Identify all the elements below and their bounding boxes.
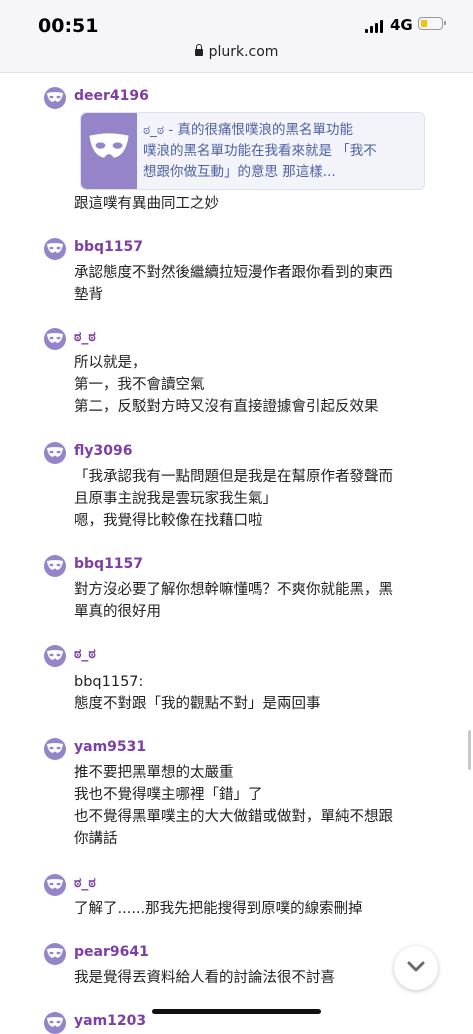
username[interactable]: bbq1157 <box>74 239 143 255</box>
mask-avatar-icon <box>89 133 129 158</box>
chevron-down-icon <box>407 961 425 972</box>
browser-chrome: 00:51 4G plurk.com <box>0 0 473 73</box>
text-line: 所以就是， <box>74 355 147 371</box>
scrollbar[interactable] <box>468 730 471 770</box>
text-line: 「我承認我有一點問題但是我是在幫原作者發聲而 <box>74 469 393 485</box>
text-line: 承認態度不對然後繼續拉短漫作者跟你看到的東西 <box>74 265 393 281</box>
mask-avatar-icon <box>47 948 63 958</box>
response-text: bbq1157: 態度不對跟「我的觀點不對」是兩回事 <box>74 671 434 715</box>
text-line: 態度不對跟「我的觀點不對」是兩回事 <box>74 696 321 712</box>
avatar[interactable] <box>44 943 66 965</box>
response-text: 我是覺得丟資料給人看的討論法很不討喜 <box>74 967 434 989</box>
text-line: 墊背 <box>74 287 103 303</box>
address-bar[interactable]: plurk.com <box>0 44 473 60</box>
username[interactable]: yam1203 <box>74 1013 146 1029</box>
mask-avatar-icon <box>47 560 63 570</box>
text-line: 我是覺得丟資料給人看的討論法很不討喜 <box>74 970 335 986</box>
avatar[interactable] <box>44 238 66 260</box>
mask-avatar-icon <box>47 333 63 343</box>
mask-avatar-icon <box>47 243 63 253</box>
text-line: 跟這噗有異曲同工之妙 <box>74 196 219 212</box>
avatar[interactable] <box>44 874 66 896</box>
link-line: 想跟你做互動」的意思 那這樣... <box>143 164 336 180</box>
network-type: 4G <box>390 16 413 34</box>
mask-avatar-icon <box>47 650 63 660</box>
link-thumbnail <box>81 113 137 189</box>
username[interactable]: pear9641 <box>74 944 149 960</box>
mask-avatar-icon <box>47 879 63 889</box>
avatar[interactable] <box>44 738 66 760</box>
avatar[interactable] <box>44 555 66 577</box>
home-indicator[interactable] <box>152 1009 321 1014</box>
scroll-down-button[interactable] <box>394 946 438 990</box>
text-line: 第二，反駁對方時又沒有直接證據會引起反效果 <box>74 399 379 415</box>
status-time: 00:51 <box>38 15 99 37</box>
mask-avatar-icon <box>47 447 63 457</box>
battery-icon <box>418 17 446 30</box>
mask-avatar-icon <box>47 1017 63 1027</box>
username[interactable]: deer4196 <box>74 88 149 104</box>
text-line: 單真的很好用 <box>74 604 161 620</box>
text-line: 了解了......那我先把能搜得到原噗的線索刪掉 <box>74 901 363 917</box>
avatar[interactable] <box>44 87 66 109</box>
username[interactable]: ಠ_ಠ <box>74 329 96 345</box>
response-text: 「我承認我有一點問題但是我是在幫原作者發聲而 且原事主說我是雲玩家我生氣」 嗯，… <box>74 466 434 532</box>
response-text: 所以就是， 第一，我不會讀空氣 第二，反駁對方時又沒有直接證據會引起反效果 <box>74 352 434 418</box>
avatar[interactable] <box>44 442 66 464</box>
link-preview-text: ಠ_ಠ - 真的很痛恨噗浪的黑名單功能 噗浪的黑名單功能在我看來就是 「我不 想… <box>143 120 418 183</box>
signal-icon <box>365 20 385 33</box>
lock-icon <box>194 44 203 56</box>
username[interactable]: bbq1157 <box>74 556 143 572</box>
username[interactable]: fly3096 <box>74 443 132 459</box>
response-text: 跟這噗有異曲同工之妙 <box>74 193 434 215</box>
username[interactable]: yam9531 <box>74 739 146 755</box>
mask-avatar-icon <box>47 92 63 102</box>
link-line: 噗浪的黑名單功能在我看來就是 「我不 <box>143 143 377 159</box>
text-line: 我也不覺得噗主哪裡「錯」了 <box>74 787 263 803</box>
avatar[interactable] <box>44 328 66 350</box>
text-line: 推不要把黑單想的太嚴重 <box>74 765 234 781</box>
url-text: plurk.com <box>208 44 279 60</box>
text-line: 第一，我不會讀空氣 <box>74 377 205 393</box>
response-text: 對方沒必要了解你想幹嘛懂嗎？不爽你就能黑，黑 單真的很好用 <box>74 579 434 623</box>
text-line: 嗯，我覺得比較像在找藉口啦 <box>74 513 263 529</box>
text-line: bbq1157: <box>74 674 144 690</box>
username[interactable]: ಠ_ಠ <box>74 646 96 662</box>
response-text: 推不要把黑單想的太嚴重 我也不覺得噗主哪裡「錯」了 也不覺得黑單噗主的大大做錯或… <box>74 762 434 850</box>
avatar[interactable] <box>44 645 66 667</box>
mask-avatar-icon <box>47 743 63 753</box>
response-text: 承認態度不對然後繼續拉短漫作者跟你看到的東西 墊背 <box>74 262 434 306</box>
link-preview-card[interactable]: ಠ_ಠ - 真的很痛恨噗浪的黑名單功能 噗浪的黑名單功能在我看來就是 「我不 想… <box>80 112 425 190</box>
text-line: 也不覺得黑單噗主的大大做錯或做對，單純不想跟 <box>74 809 393 825</box>
avatar[interactable] <box>44 1012 66 1034</box>
link-line: ಠ_ಠ - 真的很痛恨噗浪的黑名單功能 <box>143 122 353 138</box>
text-line: 且原事主說我是雲玩家我生氣」 <box>74 491 277 507</box>
username[interactable]: ಠ_ಠ <box>74 875 96 891</box>
response-text: 了解了......那我先把能搜得到原噗的線索刪掉 <box>74 898 434 920</box>
text-line: 你講話 <box>74 831 118 847</box>
text-line: 對方沒必要了解你想幹嘛懂嗎？不爽你就能黑，黑 <box>74 582 393 598</box>
